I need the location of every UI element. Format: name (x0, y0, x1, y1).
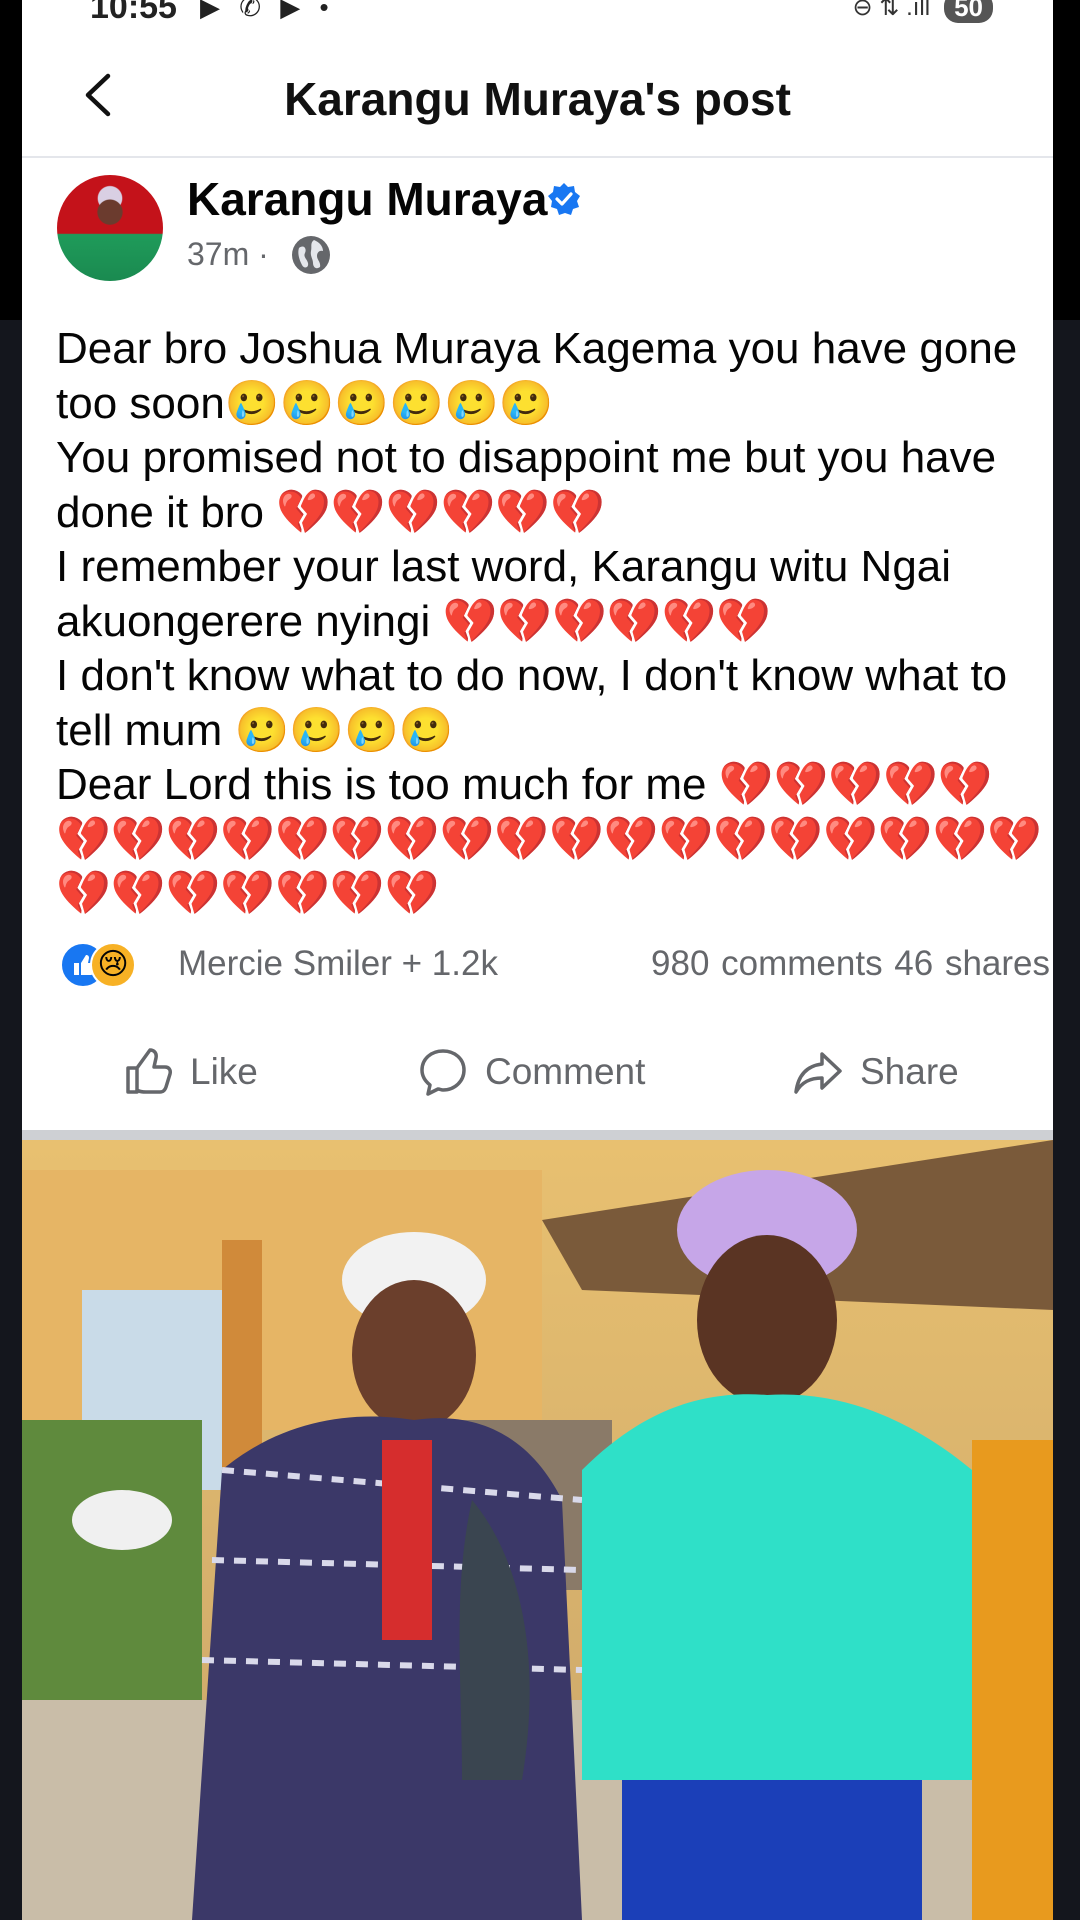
share-label: Share (860, 1051, 959, 1092)
status-right: ⊖ ⇅ .ıll 50 (853, 0, 993, 23)
status-bar: 10:55 ▶ ✆ ▶ • ⊖ ⇅ .ıll 50 (22, 0, 1053, 28)
status-time: 10:55 (90, 0, 177, 26)
engagement-counts[interactable]: 980 comments 46 shares (651, 944, 1050, 984)
thumbs-up-icon (126, 1048, 172, 1094)
page-title: Karangu Muraya's post (284, 73, 791, 125)
reaction-summary[interactable]: Mercie Smiler + 1.2k (178, 944, 498, 984)
share-button[interactable]: Share (792, 1046, 959, 1098)
post-photo[interactable] (22, 1140, 1053, 1920)
share-arrow-icon (794, 1052, 842, 1094)
comment-button[interactable]: Comment (417, 1046, 645, 1098)
action-bar: Like Comment Share (22, 1030, 1053, 1142)
notification-icons: ▶ ✆ ▶ • (200, 0, 335, 22)
author-avatar[interactable] (57, 175, 163, 281)
sad-reaction-icon: 😢 (90, 942, 136, 988)
app-header: Karangu Muraya's post (22, 30, 1053, 158)
author-name[interactable]: Karangu Muraya (187, 172, 547, 226)
like-label: Like (190, 1051, 258, 1092)
comment-bubble-icon (420, 1049, 466, 1096)
reactions-row[interactable]: 😢 Mercie Smiler + 1.2k 980 comments 46 s… (60, 940, 1050, 990)
comment-label: Comment (485, 1051, 646, 1092)
photo-image (22, 1140, 1053, 1920)
post-screen: 10:55 ▶ ✆ ▶ • ⊖ ⇅ .ıll 50 Karangu Muraya… (22, 0, 1053, 1920)
verified-badge-icon (548, 183, 580, 215)
post-text: Dear bro Joshua Muraya Kagema you have g… (56, 324, 1043, 918)
like-button[interactable]: Like (122, 1046, 258, 1098)
battery-icon: 50 (944, 0, 993, 23)
globe-icon (292, 236, 330, 274)
post-timestamp: 37m · (187, 236, 269, 272)
system-icons: ⊖ ⇅ .ıll (852, 0, 931, 21)
